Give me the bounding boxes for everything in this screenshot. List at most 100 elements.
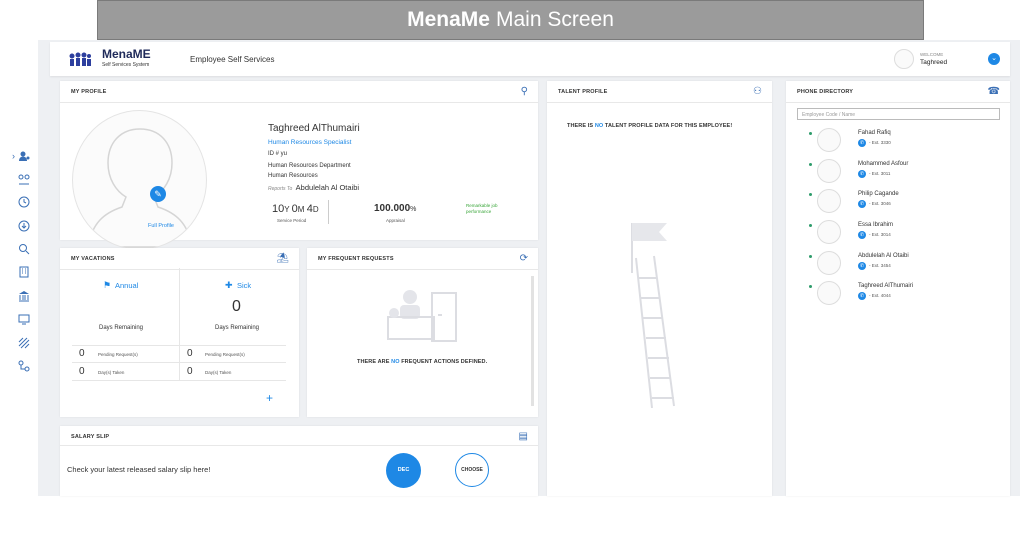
card-header: MY PROFILE ⚲ <box>60 81 538 103</box>
card-title: MY VACATIONS <box>71 256 115 262</box>
person-icon[interactable]: ⚲ <box>521 86 528 97</box>
online-status-dot <box>809 285 812 288</box>
profile-avatar <box>72 110 207 250</box>
msg-part: THERE IS <box>567 123 594 129</box>
people-logo-icon <box>69 52 91 66</box>
chevron-down-icon[interactable]: ⌄ <box>988 53 1000 65</box>
msg-part: FREQUENT ACTIONS DEFINED. <box>401 359 488 365</box>
sick-leave-icon: ✚ <box>225 280 233 290</box>
card-header: SALARY SLIP ▤ <box>60 426 538 446</box>
pending-label: Pending Request(s) <box>205 352 245 357</box>
bank-nav-icon[interactable] <box>18 290 30 302</box>
taken-label: Day(s) Taken <box>205 370 232 375</box>
sick-label[interactable]: Sick <box>237 281 251 290</box>
list-item[interactable]: Fahad Rafiq ✆ - Ext. 3330 <box>797 128 997 156</box>
contact-extension: - Ext. 3046 <box>869 201 891 206</box>
scrollbar[interactable] <box>531 276 534 406</box>
online-status-dot <box>809 132 812 135</box>
phone-icon: ✆ <box>858 231 866 239</box>
user-menu[interactable]: WELCOME Taghreed ⌄ <box>890 47 1010 71</box>
card-header: TALENT PROFILE ⚇ <box>547 81 772 103</box>
org-chart-nav-icon[interactable] <box>18 360 30 372</box>
service-period-value: 10Y 0M 4D <box>272 203 319 215</box>
edit-profile-button[interactable]: ✎ <box>150 186 166 202</box>
divider <box>72 380 286 381</box>
card-header: MY VACATIONS ⛱ <box>60 248 299 270</box>
contacts-book-icon[interactable]: ☎ <box>988 86 1000 97</box>
annual-pending-count: 0 <box>79 348 85 359</box>
contact-extension: - Ext. 3011 <box>869 171 891 176</box>
employee-search-input[interactable]: Employee Code / Name <box>797 108 1000 120</box>
list-item[interactable]: Taghreed AlThumairi ✆ - Ext. 4044 <box>797 281 997 309</box>
contact-avatar <box>817 251 841 275</box>
screen-banner: MenaMe Main Screen <box>97 0 924 40</box>
building-nav-icon[interactable] <box>18 266 30 278</box>
appraisal-value: 100.000% <box>374 203 416 214</box>
banner-brand: MenaMe <box>407 8 490 31</box>
appraisal-number: 100.000 <box>374 203 411 214</box>
msg-highlight: NO <box>391 359 400 365</box>
card-title: PHONE DIRECTORY <box>797 89 854 95</box>
profile-nav-icon[interactable] <box>18 150 30 162</box>
payslip-icon[interactable]: ▤ <box>519 431 528 442</box>
card-title: MY PROFILE <box>71 89 107 95</box>
contact-extension: - Ext. 3014 <box>869 232 891 237</box>
appraisal-label: Appraisal <box>386 218 405 223</box>
pending-label: Pending Request(s) <box>98 352 138 357</box>
list-item[interactable]: Abdulelah Al Otaibi ✆ - Ext. 3454 <box>797 251 997 279</box>
full-profile-link[interactable]: Full Profile <box>148 223 174 229</box>
latest-month-button[interactable]: DEC <box>386 453 421 488</box>
annual-taken-count: 0 <box>79 366 85 377</box>
card-title: TALENT PROFILE <box>558 89 608 95</box>
online-status-dot <box>809 163 812 166</box>
employee-id: ID # yu <box>268 151 288 157</box>
appraisal-unit: % <box>410 206 417 213</box>
download-nav-icon[interactable] <box>18 220 30 232</box>
add-vacation-button[interactable]: + <box>266 391 273 405</box>
online-status-dot <box>809 255 812 258</box>
team-nav-icon[interactable] <box>18 173 30 185</box>
divider <box>179 268 180 380</box>
reports-to-label: Reports To <box>268 186 293 192</box>
annual-label[interactable]: Annual <box>115 281 138 290</box>
contact-avatar <box>817 281 841 305</box>
monitor-nav-icon[interactable] <box>18 313 30 325</box>
contact-avatar <box>817 220 841 244</box>
talent-icon[interactable]: ⚇ <box>753 86 762 97</box>
divider <box>328 200 329 224</box>
contact-name: Essa Ibrahim <box>858 222 894 228</box>
service-years: 10 <box>272 203 285 215</box>
list-item[interactable]: Mohammed Asfour ✆ - Ext. 3011 <box>797 159 997 187</box>
contact-avatar <box>817 128 841 152</box>
contact-avatar <box>817 189 841 213</box>
contact-extension: - Ext. 3330 <box>869 140 891 145</box>
search-nav-icon[interactable] <box>18 243 30 255</box>
service-period-label: Service Period <box>277 218 307 223</box>
employee-name: Taghreed AlThumairi <box>268 123 360 134</box>
phone-icon: ✆ <box>858 200 866 208</box>
clock-nav-icon[interactable] <box>18 196 30 208</box>
divider <box>72 345 286 346</box>
refresh-icon[interactable]: ⟳ <box>520 253 528 264</box>
stripes-nav-icon[interactable] <box>18 337 30 349</box>
avatar-silhouette-icon <box>87 128 193 248</box>
phone-icon: ✆ <box>858 292 866 300</box>
salary-slip-text: Check your latest released salary slip h… <box>67 465 211 474</box>
sick-pending-count: 0 <box>187 348 193 359</box>
list-item[interactable]: Philip Cagande ✆ - Ext. 3046 <box>797 189 997 217</box>
user-avatar <box>894 49 914 69</box>
requests-empty-message: THERE ARE NO FREQUENT ACTIONS DEFINED. <box>357 359 487 365</box>
card-title: MY FREQUENT REQUESTS <box>318 256 394 262</box>
msg-part: TALENT PROFILE DATA FOR THIS EMPLOYEE! <box>604 123 733 129</box>
online-status-dot <box>809 193 812 196</box>
list-item[interactable]: Essa Ibrahim ✆ - Ext. 3014 <box>797 220 997 248</box>
choose-month-button[interactable]: CHOOSE <box>455 453 489 487</box>
sick-days-label: Days Remaining <box>215 325 260 331</box>
contact-name: Mohammed Asfour <box>858 161 909 167</box>
divider <box>72 362 286 363</box>
card-title: SALARY SLIP <box>71 434 110 440</box>
contact-name: Fahad Rafiq <box>858 130 891 136</box>
appraisal-remark: Remarkable job performance <box>466 203 498 214</box>
sick-days: 0 <box>232 298 241 315</box>
beach-icon[interactable]: ⛱ <box>276 253 289 264</box>
